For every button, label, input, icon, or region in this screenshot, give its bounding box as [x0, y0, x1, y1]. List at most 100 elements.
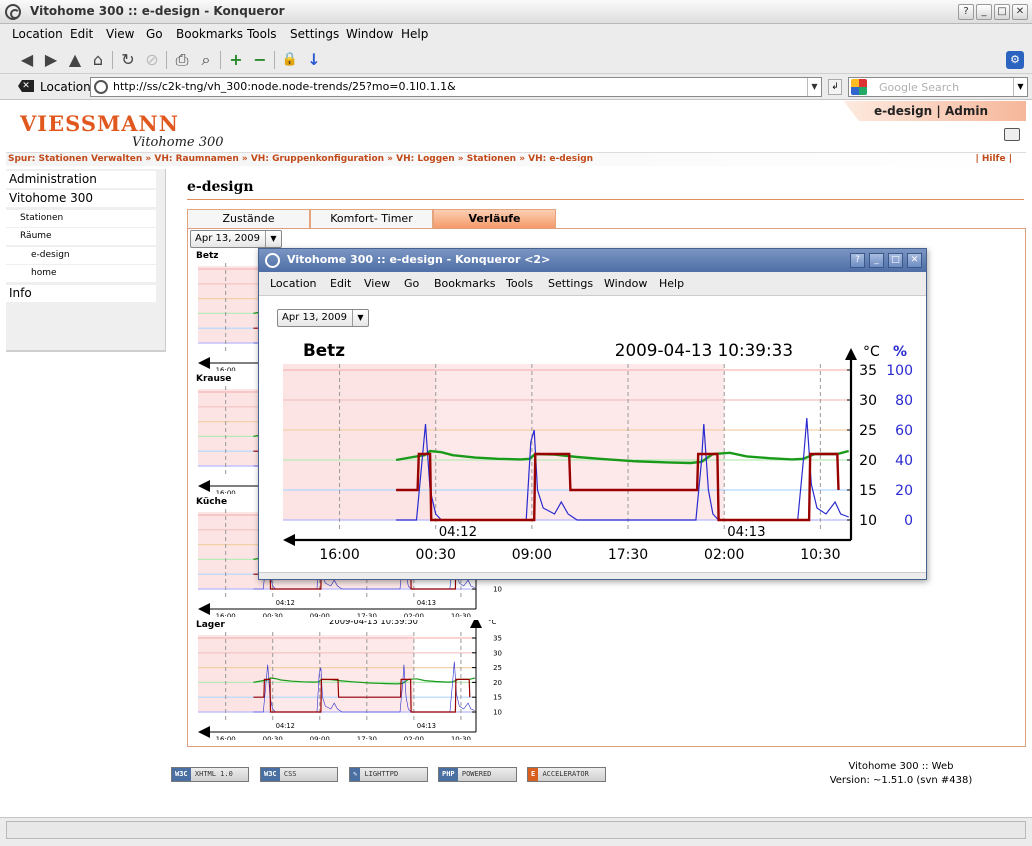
maximize-window-button[interactable]: □: [994, 4, 1010, 20]
css-badge[interactable]: W3C CSS: [260, 767, 338, 782]
menu-bookmarks[interactable]: Bookmarks: [434, 277, 495, 290]
close-window-button[interactable]: ✕: [1012, 4, 1028, 20]
version-line-1: Vitohome 300 :: Web: [848, 761, 954, 772]
tab-verlaeufe[interactable]: Verläufe: [433, 209, 556, 228]
sidebar: Administration Vitohome 300 Stationen Rä…: [6, 169, 166, 352]
menu-location[interactable]: Location: [12, 27, 63, 41]
date-select[interactable]: Apr 13, 2009 ▼: [190, 230, 282, 248]
breadcrumb-trail[interactable]: Spur: Stationen Verwalten » VH: Raumname…: [8, 153, 593, 166]
y2-unit-label: %: [893, 344, 907, 360]
home-icon[interactable]: ⌂: [87, 49, 109, 71]
chart-timestamp: 2009-04-13 10:39:33: [615, 340, 793, 360]
security-icon[interactable]: 🔒: [279, 49, 301, 71]
menu-bookmarks[interactable]: Bookmarks: [176, 27, 243, 41]
sidebar-item-info[interactable]: Info: [6, 285, 156, 302]
menu-help[interactable]: Help: [659, 277, 684, 290]
tab-zustaende[interactable]: Zustände: [187, 209, 310, 228]
y-tick-label: 15: [859, 483, 877, 499]
sidebar-item-administration[interactable]: Administration: [6, 171, 156, 188]
eaccelerator-badge[interactable]: E ACCELERATOR: [527, 767, 606, 782]
popup-minimize-button[interactable]: _: [869, 253, 884, 268]
xhtml-badge[interactable]: W3C XHTML 1.0: [171, 767, 249, 782]
find-icon[interactable]: ⌕: [195, 49, 217, 71]
sidebar-item-home[interactable]: home: [6, 265, 156, 282]
night-band: [198, 635, 273, 712]
sidebar-item-stationen[interactable]: Stationen: [6, 210, 156, 227]
back-icon[interactable]: ◀: [16, 49, 38, 71]
menu-settings[interactable]: Settings: [290, 27, 339, 41]
x-tick-label: 00:30: [263, 612, 283, 617]
tab-komfort-timer[interactable]: Komfort- Timer: [310, 209, 433, 228]
version-line-2: Version: ~1.51.0 (svn #438): [829, 775, 973, 786]
search-input[interactable]: Google Search ▼: [848, 77, 1028, 97]
badge-text: ACCELERATOR: [542, 770, 589, 778]
clear-location-icon[interactable]: ✕: [18, 80, 34, 92]
viessmann-logo[interactable]: VIESSMANN Vitohome 300: [20, 111, 224, 150]
menu-settings[interactable]: Settings: [548, 277, 593, 290]
url-history-dropdown[interactable]: ▼: [807, 78, 821, 96]
konqueror-icon: [5, 4, 21, 20]
sidebar-item-vitohome-300[interactable]: Vitohome 300: [6, 190, 156, 207]
brand-name: VIESSMANN: [20, 111, 179, 136]
menu-go[interactable]: Go: [146, 27, 163, 41]
help-link[interactable]: | Hilfe |: [975, 153, 1012, 166]
menu-view[interactable]: View: [106, 27, 134, 41]
kde-throbber-icon: ⚙: [1006, 51, 1024, 69]
y-tick-label: 25: [859, 423, 877, 439]
printer-icon[interactable]: [1004, 128, 1020, 141]
up-icon[interactable]: ▲: [64, 49, 86, 71]
date-label: 04:12: [439, 525, 477, 540]
google-icon: [851, 79, 867, 95]
minimize-window-button[interactable]: _: [976, 4, 992, 20]
forward-icon[interactable]: ▶: [40, 49, 62, 71]
admin-tab[interactable]: e-design | Admin: [843, 101, 1026, 121]
popup-titlebar[interactable]: Vitohome 300 :: e-design - Konqueror <2>…: [259, 249, 926, 272]
help-window-button[interactable]: ?: [958, 4, 974, 20]
print-icon[interactable]: ⎙: [171, 49, 193, 71]
menu-edit[interactable]: Edit: [330, 277, 351, 290]
search-placeholder: Google Search: [879, 81, 960, 94]
konqueror-icon: [265, 253, 280, 268]
menu-location[interactable]: Location: [270, 277, 317, 290]
toolbar-separator: [166, 51, 167, 69]
reload-icon[interactable]: ↻: [117, 49, 139, 71]
y-tick-label: 25: [493, 664, 502, 672]
sidebar-item-e-design[interactable]: e-design: [6, 247, 156, 264]
popup-date-select[interactable]: Apr 13, 2009 ▼: [277, 309, 369, 327]
x-tick-label: 00:30: [416, 547, 456, 563]
popup-maximize-button[interactable]: □: [888, 253, 903, 268]
menu-window[interactable]: Window: [604, 277, 647, 290]
x-tick-label: 17:30: [357, 612, 377, 617]
chevron-down-icon: ▼: [352, 310, 368, 326]
go-arrow-icon[interactable]: ↲: [828, 79, 842, 95]
x-tick-label: 02:00: [704, 547, 744, 563]
menu-window[interactable]: Window: [346, 27, 393, 41]
sidebar-item-raeume[interactable]: Räume: [6, 228, 156, 245]
toolbar-separator: [220, 51, 221, 69]
menu-edit[interactable]: Edit: [70, 27, 93, 41]
url-input[interactable]: http://ss/c2k-tng/vh_300:node.node-trend…: [90, 77, 822, 97]
lighttpd-badge[interactable]: ✎ LIGHTTPD: [349, 767, 428, 782]
window-titlebar: Vitohome 300 :: e-design - Konqueror ? _…: [0, 0, 1032, 24]
search-engine-dropdown[interactable]: ▼: [1013, 78, 1027, 96]
php-badge[interactable]: PHP POWERED: [438, 767, 517, 782]
y-tick-label: 30: [859, 393, 877, 409]
y2-tick-label: 0: [904, 513, 913, 529]
menu-view[interactable]: View: [364, 277, 390, 290]
download-icon[interactable]: ↓: [303, 49, 325, 71]
popup-help-button[interactable]: ?: [850, 253, 865, 268]
version-info: Vitohome 300 :: Web Version: ~1.51.0 (sv…: [806, 760, 996, 788]
zoom-in-icon[interactable]: +: [225, 49, 247, 71]
stop-icon[interactable]: ⊘: [141, 49, 163, 71]
popup-close-button[interactable]: ✕: [907, 253, 922, 268]
chevron-down-icon: ▼: [265, 231, 281, 247]
y2-tick-label: 40: [895, 453, 913, 469]
menu-help[interactable]: Help: [401, 27, 428, 41]
zoom-out-icon[interactable]: −: [249, 49, 271, 71]
menu-tools[interactable]: Tools: [506, 277, 533, 290]
x-axis-arrow: [198, 603, 210, 615]
menu-go[interactable]: Go: [404, 277, 419, 290]
menu-tools[interactable]: Tools: [247, 27, 277, 41]
toolbar: ◀ ▶ ▲ ⌂ ↻ ⊘ ⎙ ⌕ + − 🔒 ↓ ⚙: [0, 45, 1032, 74]
product-name: Vitohome 300: [132, 135, 224, 150]
